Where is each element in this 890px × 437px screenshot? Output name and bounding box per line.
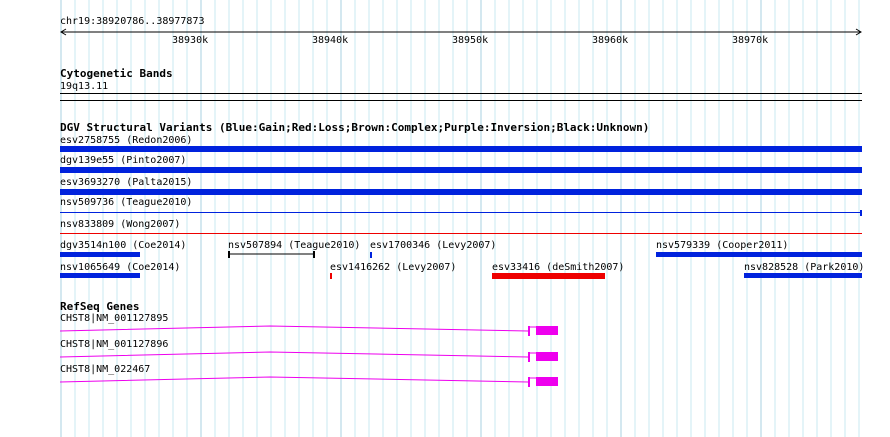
cyto-band-top-line [60,93,862,94]
ruler-tick-label: 38940k [312,35,349,46]
dgv-feature-label[interactable]: esv3693270 (Palta2015) [60,177,192,189]
dgv-feature-label[interactable]: nsv833809 (Wong2007) [60,219,180,231]
dgv-feature-label[interactable]: esv1700346 (Levy2007) [370,240,496,252]
dgv-feature-bar-loss[interactable] [330,273,332,279]
dgv-feature-label[interactable]: dgv139e55 (Pinto2007) [60,155,186,167]
dgv-feature-bar-gain[interactable] [744,273,862,278]
dgv-feature-label[interactable]: nsv579339 (Cooper2011) [656,240,788,252]
cyto-track-title: Cytogenetic Bands [60,67,173,80]
gene-model[interactable] [60,322,560,336]
ruler-tick-label: 38930k [172,35,209,46]
cyto-band-bottom-line [60,100,862,101]
ruler-tick-label: 38960k [592,35,629,46]
dgv-feature-bar-gain[interactable] [60,273,140,278]
dgv-feature-line-gain[interactable] [60,212,862,213]
dgv-feature-end-marker [860,210,862,216]
dgv-feature-label[interactable]: dgv3514n100 (Coe2014) [60,240,186,252]
dgv-feature-bar-gain[interactable] [60,252,140,257]
ruler-tick-label: 38970k [732,35,769,46]
dgv-feature-label[interactable]: nsv509736 (Teague2010) [60,197,192,209]
dgv-feature-bar-gain[interactable] [656,252,862,257]
cyto-band-label[interactable]: 19q13.11 [60,81,108,93]
genome-browser: chr19:38920786..38977873 38930k 38940k 3… [0,0,890,437]
dgv-feature-bar-gain[interactable] [60,189,862,195]
refseq-track-title: RefSeq Genes [60,300,140,313]
gene-model[interactable] [60,348,560,362]
dgv-feature-bar-gain[interactable] [60,146,862,152]
ruler-tick-label: 38950k [452,35,489,46]
dgv-feature-line-unknown[interactable] [228,251,316,258]
dgv-feature-bar-loss[interactable] [492,273,605,279]
dgv-feature-label[interactable]: esv1416262 (Levy2007) [330,262,456,274]
dgv-feature-bar-gain[interactable] [370,252,372,258]
location-label: chr19:38920786..38977873 [60,16,205,27]
dgv-feature-bar-gain[interactable] [60,167,862,173]
gene-model[interactable] [60,373,560,387]
dgv-feature-line-loss[interactable] [60,233,862,234]
dgv-track-title: DGV Structural Variants (Blue:Gain;Red:L… [60,121,650,134]
